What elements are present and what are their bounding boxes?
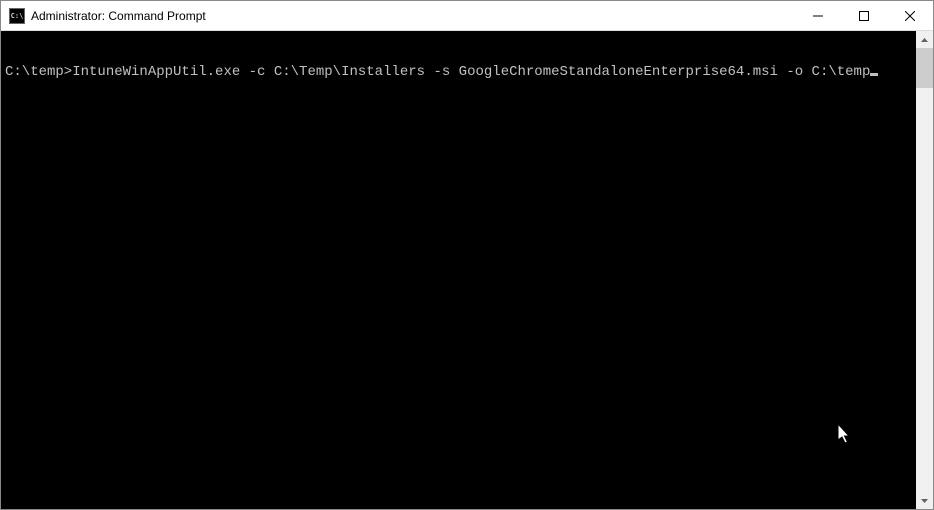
console-content[interactable]: C:\temp>IntuneWinAppUtil.exe -c C:\Temp\…	[1, 31, 916, 509]
maximize-icon	[859, 11, 869, 21]
prompt-text: C:\temp>	[5, 64, 72, 80]
minimize-button[interactable]	[795, 1, 841, 30]
command-text: IntuneWinAppUtil.exe -c C:\Temp\Installe…	[72, 64, 870, 80]
chevron-up-icon	[921, 38, 928, 42]
maximize-button[interactable]	[841, 1, 887, 30]
cmd-icon: C:\	[9, 8, 25, 24]
text-cursor	[870, 73, 878, 76]
console-area[interactable]: C:\temp>IntuneWinAppUtil.exe -c C:\Temp\…	[1, 31, 933, 509]
vertical-scrollbar[interactable]	[916, 31, 933, 509]
scroll-thumb[interactable]	[916, 48, 933, 88]
chevron-down-icon	[921, 499, 928, 503]
scroll-track[interactable]	[916, 48, 933, 492]
close-icon	[905, 11, 915, 21]
window-controls	[795, 1, 933, 30]
scroll-down-button[interactable]	[916, 492, 933, 509]
minimize-icon	[813, 11, 823, 21]
window-title: Administrator: Command Prompt	[31, 9, 795, 23]
command-prompt-window: C:\ Administrator: Command Prompt	[0, 0, 934, 510]
titlebar[interactable]: C:\ Administrator: Command Prompt	[1, 1, 933, 31]
close-button[interactable]	[887, 1, 933, 30]
empty-line	[5, 48, 13, 64]
scroll-up-button[interactable]	[916, 31, 933, 48]
